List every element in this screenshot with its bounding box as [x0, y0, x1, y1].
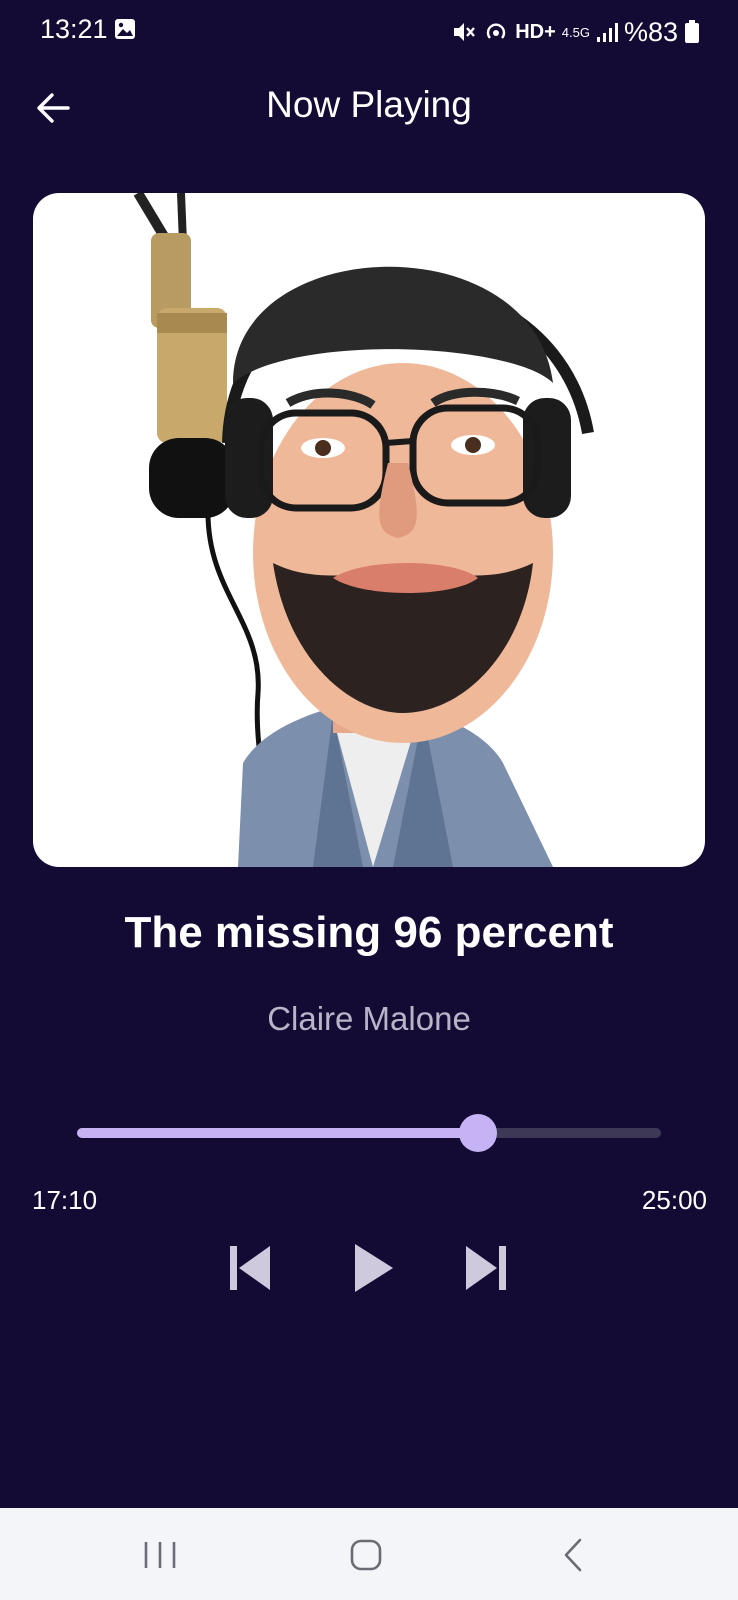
- total-time: 25:00: [641, 1185, 707, 1215]
- system-back-icon[interactable]: [544, 1530, 604, 1580]
- hotspot-icon: [487, 23, 506, 39]
- status-time: 13:21: [40, 14, 108, 44]
- progress-thumb[interactable]: [459, 1114, 498, 1152]
- page-title: Now Playing: [266, 84, 472, 125]
- play-icon[interactable]: [343, 1238, 403, 1298]
- now-playing-screen: 13:21 HD+ 4.5G %83 Now Playing The missi…: [0, 0, 738, 1600]
- playback-progress-bar[interactable]: [77, 1114, 661, 1152]
- status-bar: 13:21 HD+ 4.5G %83: [0, 0, 738, 64]
- skip-previous-icon[interactable]: [222, 1238, 282, 1298]
- gallery-notification-icon: [115, 19, 135, 39]
- track-artist: Claire Malone: [267, 1000, 471, 1037]
- track-title: The missing 96 percent: [124, 908, 614, 957]
- podcast-artwork: [33, 193, 705, 867]
- hd-voice-label: HD+: [515, 20, 556, 43]
- host-caricature-illustration: [133, 193, 594, 867]
- network-type-label: 4.5G: [561, 24, 590, 40]
- battery-icon: [685, 20, 699, 43]
- signal-strength-icon: [596, 23, 618, 42]
- skip-next-icon[interactable]: [456, 1238, 516, 1298]
- status-icons: HD+ 4.5G %83: [451, 14, 700, 50]
- home-icon[interactable]: [336, 1530, 396, 1580]
- elapsed-time: 17:10: [32, 1185, 98, 1215]
- battery-percent: %83: [623, 16, 678, 47]
- recent-apps-icon[interactable]: [130, 1530, 190, 1580]
- system-navigation-bar: [0, 1508, 738, 1600]
- mute-vibrate-icon: [454, 23, 476, 41]
- progress-fill: [77, 1128, 479, 1138]
